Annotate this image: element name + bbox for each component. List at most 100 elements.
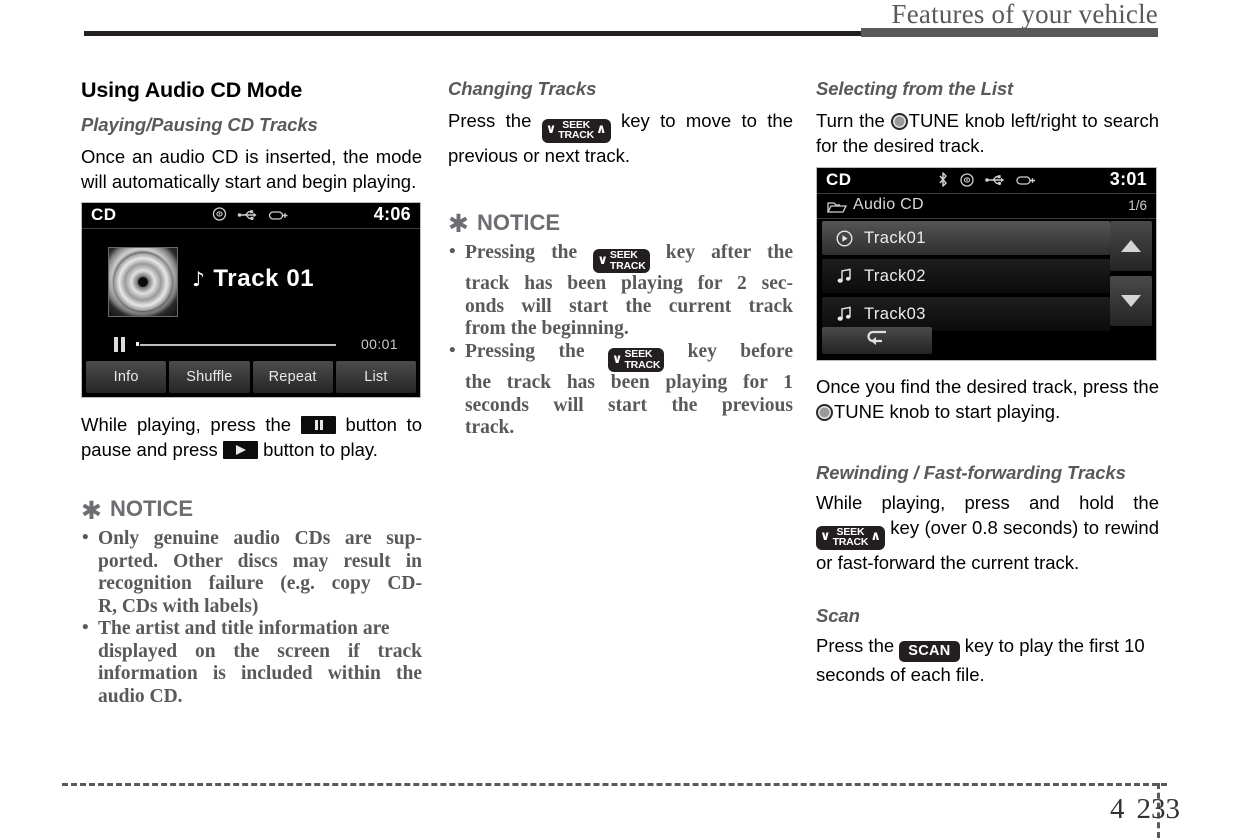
bullet1-post-text: key after the	[665, 241, 793, 263]
notice-line: audio CD.	[98, 685, 183, 707]
list-item-label: Track02	[864, 266, 926, 285]
bluetooth-icon	[937, 172, 949, 192]
footer-page-value: 233	[1136, 793, 1181, 825]
chevron-up-icon: ∧	[596, 122, 607, 137]
notice-line: Pressing the ∨ SEEK TRACK key before	[465, 340, 794, 372]
seek-track-key-chip: ∨ SEEK TRACK ∧	[541, 118, 611, 143]
scan-paragraph: Press the SCAN key to play the first 10 …	[816, 633, 1159, 687]
list-clock: 3:01	[1109, 169, 1147, 189]
seek-track-key-chip: ∨ SEEK TRACK ∧	[816, 525, 885, 550]
subsection-heading-scan: Scan	[816, 604, 860, 626]
cd-button-repeat[interactable]: Repeat	[252, 361, 333, 393]
list-item-track03[interactable]: Track03	[822, 297, 1110, 331]
footer-chapter-number: 4	[1110, 793, 1125, 825]
section-heading-using-audio-cd-mode: Using Audio CD Mode	[81, 78, 303, 102]
list-back-button[interactable]	[822, 327, 932, 354]
rewind-ff-paragraph: While playing, press and hold the ∨ SEEK…	[816, 490, 1159, 575]
footer-page-number: 4 233	[1110, 793, 1180, 826]
cd-source-label: CD	[91, 205, 117, 224]
seek-label-bottom: TRACK	[558, 129, 595, 141]
header-rule-dark	[84, 31, 869, 36]
play-circle-icon	[834, 229, 854, 247]
subsection-heading-playing-pausing: Playing/Pausing CD Tracks	[81, 114, 318, 135]
progress-start-dot	[136, 342, 139, 346]
seek-label-bottom: TRACK	[624, 358, 661, 371]
seek-label-bottom: TRACK	[832, 536, 869, 548]
music-note-icon	[834, 306, 854, 322]
cd-button-info[interactable]: Info	[86, 361, 167, 393]
disc-icon	[212, 207, 227, 226]
chevron-down-icon: ∨	[820, 529, 831, 544]
list-status-bar: CD 3:01	[817, 168, 1156, 194]
chevron-down-icon: ∨	[545, 122, 557, 137]
track-list-screenshot: CD 3:01 Audio CD 1/6 Track01 Track02 Tra…	[816, 167, 1157, 361]
play-key-chip	[222, 441, 258, 459]
cd-track-title-row: ♪ Track 01	[192, 265, 314, 293]
notice-line: information is included within the	[98, 663, 422, 684]
notice-label: NOTICE	[476, 209, 561, 235]
bullet1-pre-text: Pressing the	[465, 241, 578, 263]
aux-icon	[1015, 173, 1037, 191]
notice-bullet-genuine-cds: Only genuine audio CDs are sup- ported. …	[81, 527, 422, 618]
notice-list-col1: Only genuine audio CDs are sup- ported. …	[81, 527, 422, 708]
notice-list-col2: Pressing the ∨ SEEK TRACK key after the …	[448, 241, 794, 440]
subsection-heading-changing-tracks: Changing Tracks	[448, 78, 597, 99]
notice-line: track.	[465, 417, 515, 438]
tune-knob-label: TUNE	[908, 110, 960, 131]
usb-icon	[237, 208, 258, 226]
selecting-list-paragraph: Turn the TUNE knob left/right to search …	[816, 108, 1159, 158]
list-rows: Track01 Track02 Track03	[822, 221, 1110, 335]
list-source-label: CD	[826, 170, 852, 189]
footer-divider	[62, 783, 1167, 786]
page-header: Features of your vehicle	[0, 0, 1238, 40]
notice-line: The artist and title information are	[98, 618, 390, 639]
cd-disc-graphic	[114, 253, 172, 311]
notice-bullet-press-before-1s: Pressing the ∨ SEEK TRACK key before the…	[448, 340, 794, 440]
cd-button-shuffle[interactable]: Shuffle	[169, 361, 250, 393]
column-left: Using Audio CD Mode Playing/Pausing CD T…	[81, 78, 422, 708]
seek-label-bottom: TRACK	[609, 259, 646, 272]
list-item-track02[interactable]: Track02	[822, 259, 1110, 293]
notice-asterisk-icon: ✱	[448, 209, 469, 238]
notice-bullet-artist-title: The artist and title information are dis…	[81, 617, 422, 708]
scroll-down-button[interactable]	[1110, 276, 1152, 326]
column-middle: Changing Tracks Press the ∨ SEEK TRACK ∧…	[448, 78, 793, 440]
list-item-track01[interactable]: Track01	[822, 221, 1110, 255]
pause-indicator-icon	[114, 337, 126, 352]
cd-status-bar: CD 4:06	[82, 203, 420, 229]
disc-icon	[959, 172, 974, 192]
scroll-down-arrow-icon	[1121, 295, 1141, 307]
selecting-text-1: Turn the	[816, 110, 885, 131]
cd-clock: 4:06	[373, 204, 411, 224]
press-tune-paragraph: Once you find the desired track, press t…	[816, 374, 1159, 424]
scroll-up-arrow-icon	[1121, 240, 1141, 252]
chevron-down-icon: ∨	[597, 252, 608, 268]
changing-tracks-text-1: Press the	[448, 110, 532, 131]
cd-player-screenshot: CD 4:06 ♪ Track 01 00:01 Info Shuffle Re…	[81, 202, 421, 398]
scan-key-chip: SCAN	[899, 640, 960, 662]
cd-button-bar: Info Shuffle Repeat List	[86, 361, 416, 393]
subsection-heading-rewinding-fastforwarding: Rewinding / Fast-forwarding Tracks	[816, 462, 1126, 483]
cd-status-icon-group	[212, 207, 290, 226]
notice-line: displayed on the screen if track	[98, 640, 422, 662]
seek-label-top: SEEK	[609, 249, 638, 261]
notice-label: NOTICE	[109, 496, 194, 521]
tune-knob-label: TUNE	[834, 401, 885, 422]
cd-button-list[interactable]: List	[335, 361, 416, 393]
rewind-text-a: While playing, press and hold the	[816, 492, 1159, 513]
scroll-up-button[interactable]	[1110, 221, 1152, 271]
seek-track-key-chip: ∨ SEEK TRACK	[607, 348, 665, 372]
list-page-indicator: 1/6	[1128, 198, 1147, 213]
notice-heading-col1: ✱ NOTICE	[81, 496, 422, 523]
notice-line: the track has been playing for 1	[465, 372, 793, 393]
playback-text-3: button to play.	[263, 439, 378, 460]
tune-knob-icon	[890, 113, 908, 130]
chevron-up-icon: ∧	[870, 529, 881, 544]
bullet2-post-text: key before	[687, 340, 794, 362]
notice-line: onds will start the current track	[465, 295, 793, 317]
list-scroll-controls	[1110, 221, 1152, 326]
cd-transport-row: 00:01	[114, 336, 398, 356]
press-tune-text-a: Once you find the desired track, press t…	[816, 376, 1159, 397]
back-arrow-icon	[864, 329, 890, 352]
scan-text-a: Press the	[816, 634, 895, 656]
